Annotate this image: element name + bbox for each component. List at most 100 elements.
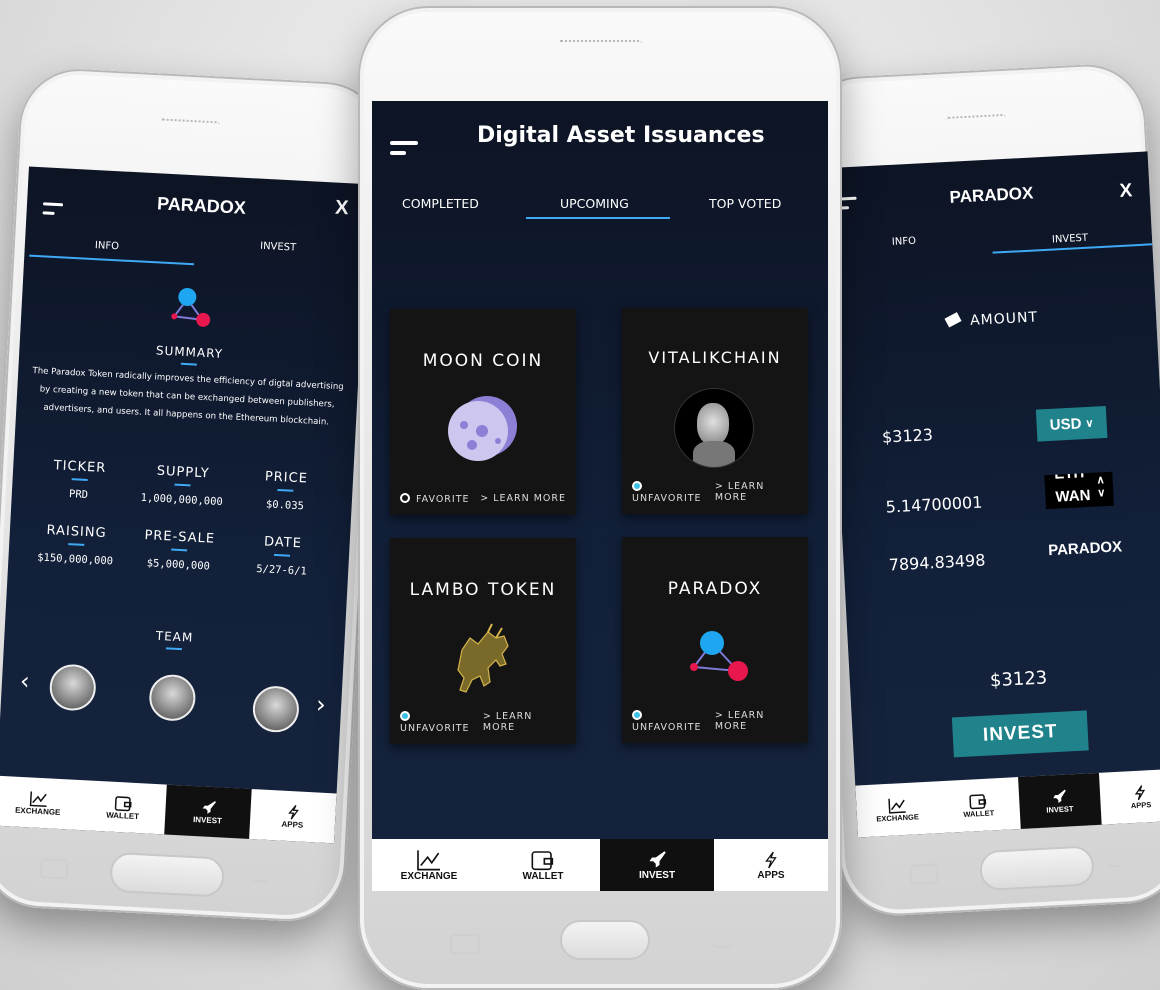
right-screen: PARADOX X INFO INVEST AMOUNT $3123 USD ∨…: [822, 151, 1160, 838]
learn-more-link[interactable]: > LEARN MORE: [715, 481, 798, 504]
chevron-down-icon: ∨: [1085, 417, 1094, 430]
back-button[interactable]: [710, 940, 734, 948]
asset-card-vitalikchain[interactable]: VITALIKCHAIN UNFAVORITE > LEARN MORE: [622, 308, 808, 514]
stat-label: SUPPLY: [156, 463, 210, 482]
eth-input[interactable]: 5.14700001: [885, 493, 983, 517]
rocket-icon: [649, 850, 666, 867]
card-title: LAMBO TOKEN: [409, 580, 557, 600]
tab-apps[interactable]: APPS: [249, 789, 337, 843]
avatar[interactable]: [148, 673, 197, 722]
tab-label: INVEST: [1046, 803, 1074, 815]
tab-label: EXCHANGE: [400, 870, 458, 882]
asset-card-lambo-token[interactable]: LAMBO TOKEN UNFAVORITE > LEARN MORE: [390, 538, 576, 744]
vitalik-portrait: [674, 388, 754, 468]
tab-label: EXCHANGE: [14, 805, 61, 817]
close-button[interactable]: X: [1119, 180, 1133, 203]
tab-label: EXCHANGE: [876, 811, 920, 824]
tab-wallet[interactable]: WALLET: [486, 839, 600, 891]
left-phone: PARADOX X INFO INVEST SUMMARY The Parado…: [0, 66, 387, 924]
stats-grid: TICKER PRD SUPPLY 1,000,000,000 PRICE $0.03…: [23, 457, 338, 579]
tab-exchange[interactable]: EXCHANGE: [855, 781, 939, 837]
radio-icon: [400, 493, 410, 503]
right-phone: PARADOX X INFO INVEST AMOUNT $3123 USD ∨…: [798, 61, 1160, 919]
tab-wallet[interactable]: WALLET: [79, 780, 167, 834]
avatar[interactable]: [48, 663, 97, 712]
paradox-logo-icon: [171, 287, 211, 327]
close-button[interactable]: X: [335, 197, 349, 221]
back-button[interactable]: [1104, 858, 1125, 868]
tab-info[interactable]: INFO: [95, 240, 120, 252]
page-title: PARADOX: [949, 183, 1034, 207]
tab-apps[interactable]: APPS: [714, 839, 828, 891]
learn-more-link[interactable]: > LEARN MORE: [715, 710, 798, 733]
invest-button[interactable]: INVEST: [951, 710, 1089, 758]
tab-label: INVEST: [638, 869, 676, 881]
stat-supply: SUPPLY 1,000,000,000: [130, 462, 235, 508]
tab-upcoming[interactable]: UPCOMING: [560, 196, 629, 211]
tab-label: WALLET: [522, 870, 564, 882]
tab-label: WALLET: [963, 807, 995, 819]
stat-label: RAISING: [46, 522, 107, 542]
favorite-toggle[interactable]: UNFAVORITE: [632, 481, 715, 504]
tab-invest[interactable]: INVEST: [600, 839, 714, 891]
tab-invest[interactable]: INVEST: [260, 241, 297, 254]
recent-apps-button[interactable]: [909, 863, 939, 885]
tab-label: APPS: [1130, 799, 1152, 810]
home-button[interactable]: [978, 845, 1095, 892]
back-button[interactable]: [249, 874, 271, 884]
asset-card-paradox[interactable]: PARADOX UNFAVORITE > LEARN MORE: [622, 537, 808, 743]
favorite-toggle[interactable]: FAVORITE: [400, 493, 470, 505]
bottom-tabbar: EXCHANGE WALLET INVEST APPS: [372, 839, 828, 891]
asset-card-moon-coin[interactable]: MOON COIN FAVORITE > LEARN MORE: [390, 309, 576, 515]
rocket-icon: [202, 800, 216, 814]
card-footer: UNFAVORITE > LEARN MORE: [632, 481, 798, 504]
menu-icon[interactable]: [390, 141, 418, 161]
recent-apps-button[interactable]: [450, 934, 480, 954]
card-title: VITALIKCHAIN: [648, 348, 782, 367]
chart-icon: [29, 790, 47, 807]
recent-apps-button[interactable]: [39, 858, 69, 880]
page-title: PARADOX: [156, 193, 247, 218]
tab-invest[interactable]: INVEST: [1017, 772, 1102, 830]
home-button[interactable]: [109, 851, 226, 898]
tab-completed[interactable]: COMPLETED: [402, 196, 479, 211]
token-amount: 7894.83498: [888, 550, 986, 575]
stat-underline: [274, 553, 291, 557]
favorite-toggle[interactable]: UNFAVORITE: [632, 710, 715, 733]
tab-invest[interactable]: INVEST: [164, 784, 252, 839]
speaker: [558, 40, 642, 46]
learn-more-link[interactable]: > LEARN MORE: [483, 711, 566, 734]
summary-underline: [180, 362, 197, 366]
next-arrow-icon[interactable]: ›: [315, 690, 326, 718]
tab-exchange[interactable]: EXCHANGE: [0, 776, 82, 830]
usd-input[interactable]: $3123: [882, 425, 934, 447]
tab-invest[interactable]: INVEST: [1052, 233, 1089, 246]
tab-wallet[interactable]: WALLET: [936, 777, 1020, 833]
stat-value: 1,000,000,000: [140, 491, 224, 509]
favorite-toggle[interactable]: UNFAVORITE: [400, 711, 483, 734]
tab-top-voted[interactable]: TOP VOTED: [709, 196, 781, 211]
prev-arrow-icon[interactable]: ‹: [19, 667, 30, 695]
team-heading: TEAM: [155, 628, 194, 645]
learn-more-link[interactable]: > LEARN MORE: [480, 493, 566, 505]
chart-icon: [417, 849, 440, 870]
stat-value: $150,000,000: [36, 551, 114, 568]
wallet-icon: [969, 793, 987, 809]
avatar[interactable]: [251, 685, 301, 734]
crypto-select[interactable]: ETH WAN ∧ ∨: [1044, 471, 1114, 510]
favorite-label: FAVORITE: [416, 494, 470, 505]
bottom-tabbar: EXCHANGE WALLET INVEST APPS: [0, 775, 337, 844]
rocket-icon: [1053, 789, 1066, 803]
tab-apps[interactable]: APPS: [1099, 769, 1160, 825]
summary-heading: SUMMARY: [155, 343, 224, 361]
stat-presale: PRE-SALE $5,000,000: [126, 527, 231, 573]
tab-info[interactable]: INFO: [892, 236, 917, 248]
tab-exchange[interactable]: EXCHANGE: [372, 839, 486, 891]
tab-label: WALLET: [105, 809, 140, 821]
crypto-select-top: ETH: [1053, 471, 1085, 483]
currency-select[interactable]: USD ∨: [1035, 405, 1108, 442]
wallet-icon: [531, 850, 554, 870]
stat-label: PRE-SALE: [144, 528, 216, 547]
home-button[interactable]: [560, 920, 650, 960]
menu-icon[interactable]: [42, 202, 64, 221]
